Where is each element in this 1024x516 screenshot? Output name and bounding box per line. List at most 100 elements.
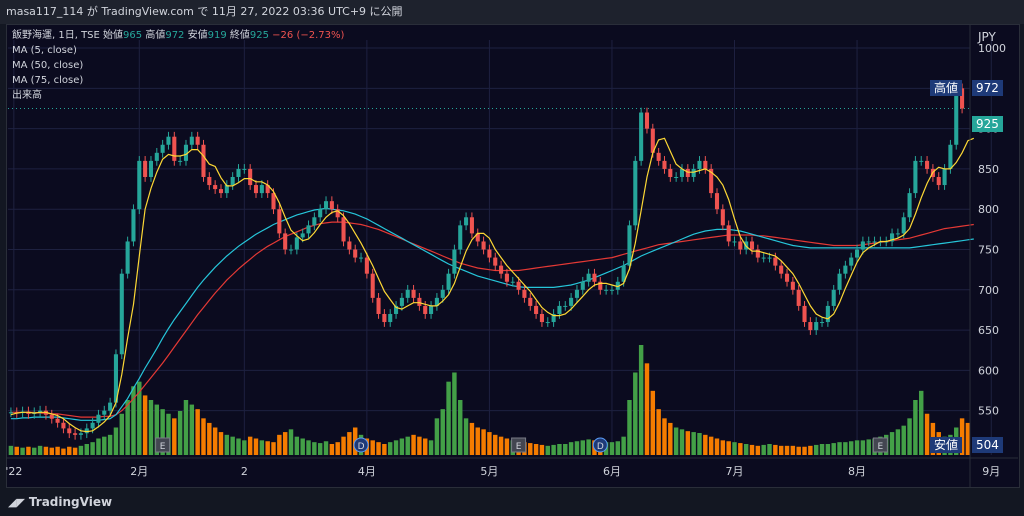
x-tick-5: 6月 xyxy=(603,465,621,478)
candle-body-21 xyxy=(131,209,136,242)
candle-body-161 xyxy=(948,144,953,169)
candle-body-9 xyxy=(61,422,66,429)
candle-body-144 xyxy=(849,257,854,266)
candle-body-79 xyxy=(469,217,474,234)
volume-bar-143 xyxy=(843,442,848,455)
volume-bar-130 xyxy=(767,444,772,455)
candle-body-71 xyxy=(423,305,428,314)
candle-body-17 xyxy=(108,402,113,411)
candle-body-52 xyxy=(312,217,317,226)
volume-bar-42 xyxy=(253,438,259,455)
event-label-2: E xyxy=(516,442,522,452)
y-tick-1000: 1000 xyxy=(978,42,1006,55)
volume-bar-6 xyxy=(43,446,49,455)
volume-bar-4 xyxy=(32,447,37,455)
x-tick-0: '22 xyxy=(5,465,22,478)
volume-bar-23 xyxy=(142,395,148,455)
low-value: 919 xyxy=(207,30,227,41)
volume-bar-40 xyxy=(242,440,247,455)
candle-body-36 xyxy=(218,189,224,194)
candle-body-85 xyxy=(504,273,509,282)
volume-bar-41 xyxy=(247,436,253,455)
candle-body-131 xyxy=(773,257,778,266)
candle-body-33 xyxy=(201,144,206,177)
volume-bar-164 xyxy=(965,422,971,455)
volume-bar-103 xyxy=(609,442,615,455)
volume-bar-131 xyxy=(773,444,778,455)
volume-bar-20 xyxy=(125,400,130,455)
volume-bar-66 xyxy=(393,440,399,455)
volume-bar-43 xyxy=(259,440,265,455)
tradingview-logo-icon: ◢◤ xyxy=(8,496,25,509)
candle-body-64 xyxy=(382,313,387,323)
candle-body-19 xyxy=(119,273,124,355)
candle-body-106 xyxy=(627,225,632,266)
ma5-layer xyxy=(10,137,975,433)
volume-bar-96 xyxy=(568,442,574,455)
volume-bar-13 xyxy=(84,444,89,455)
volume-bar-31 xyxy=(189,404,195,455)
candle-body-16 xyxy=(102,410,107,415)
volume-bar-2 xyxy=(20,447,25,455)
volume-bar-142 xyxy=(837,442,842,455)
candle-body-136 xyxy=(802,305,807,323)
legend-ma75[interactable]: MA (75, close) xyxy=(12,73,344,88)
volume-bar-46 xyxy=(277,434,282,455)
volume-bar-124 xyxy=(732,442,737,455)
event-label-4: E xyxy=(878,442,884,452)
volume-bar-79 xyxy=(469,422,475,455)
candle-body-35 xyxy=(213,185,218,190)
x-tick-2: 2 xyxy=(241,465,248,478)
volume-bar-126 xyxy=(743,444,749,455)
candle-body-155 xyxy=(913,160,918,194)
volume-bar-75 xyxy=(446,381,451,455)
brand-name: TradingView xyxy=(28,495,113,509)
volume-bar-92 xyxy=(545,445,550,455)
volume-bar-57 xyxy=(341,436,346,455)
volume-bar-34 xyxy=(207,422,212,455)
volume-bar-50 xyxy=(300,438,305,455)
legend-volume[interactable]: 出来高 xyxy=(12,88,344,103)
volume-bar-127 xyxy=(749,444,755,455)
volume-bar-90 xyxy=(533,444,539,455)
volume-bar-71 xyxy=(423,438,428,455)
candle-body-62 xyxy=(370,273,375,298)
candle-body-109 xyxy=(644,112,650,129)
candle-body-61 xyxy=(364,257,369,274)
tradingview-logo[interactable]: ◢◤ TradingView xyxy=(8,495,112,509)
volume-bar-68 xyxy=(405,436,410,455)
volume-bar-147 xyxy=(866,439,871,455)
candle-body-94 xyxy=(557,305,562,314)
time-axis: '222月24月5月6月7月8月9月10月11月 xyxy=(5,465,1000,478)
volume-bar-105 xyxy=(621,436,626,455)
volume-bar-76 xyxy=(452,372,457,455)
volume-bar-74 xyxy=(440,409,445,455)
footer xyxy=(0,488,1024,516)
candle-body-25 xyxy=(154,152,159,161)
volume-bar-29 xyxy=(177,411,183,455)
volume-bar-17 xyxy=(107,434,113,455)
volume-bar-51 xyxy=(306,440,311,455)
volume-bar-80 xyxy=(475,427,480,455)
close-label: 終値 xyxy=(229,30,250,41)
candle-body-40 xyxy=(242,168,247,170)
candle-body-142 xyxy=(837,273,842,290)
candle-body-103 xyxy=(609,289,615,291)
volume-bar-151 xyxy=(889,432,895,455)
candle-body-82 xyxy=(487,249,492,258)
candle-body-51 xyxy=(306,225,311,234)
candle-body-22 xyxy=(137,160,142,210)
volume-bar-85 xyxy=(504,438,510,455)
x-tick-6: 7月 xyxy=(726,465,744,478)
volume-bar-139 xyxy=(819,444,825,455)
legend-ma50[interactable]: MA (50, close) xyxy=(12,58,344,73)
candle-body-26 xyxy=(160,144,165,153)
volume-bar-52 xyxy=(312,442,317,455)
legend-ma5[interactable]: MA (5, close) xyxy=(12,43,344,58)
volume-bar-116 xyxy=(685,431,691,455)
candle-body-76 xyxy=(452,249,457,274)
candle-body-34 xyxy=(207,176,212,186)
volume-bar-55 xyxy=(329,444,335,455)
volume-bar-157 xyxy=(924,413,930,455)
candle-body-130 xyxy=(767,257,772,259)
